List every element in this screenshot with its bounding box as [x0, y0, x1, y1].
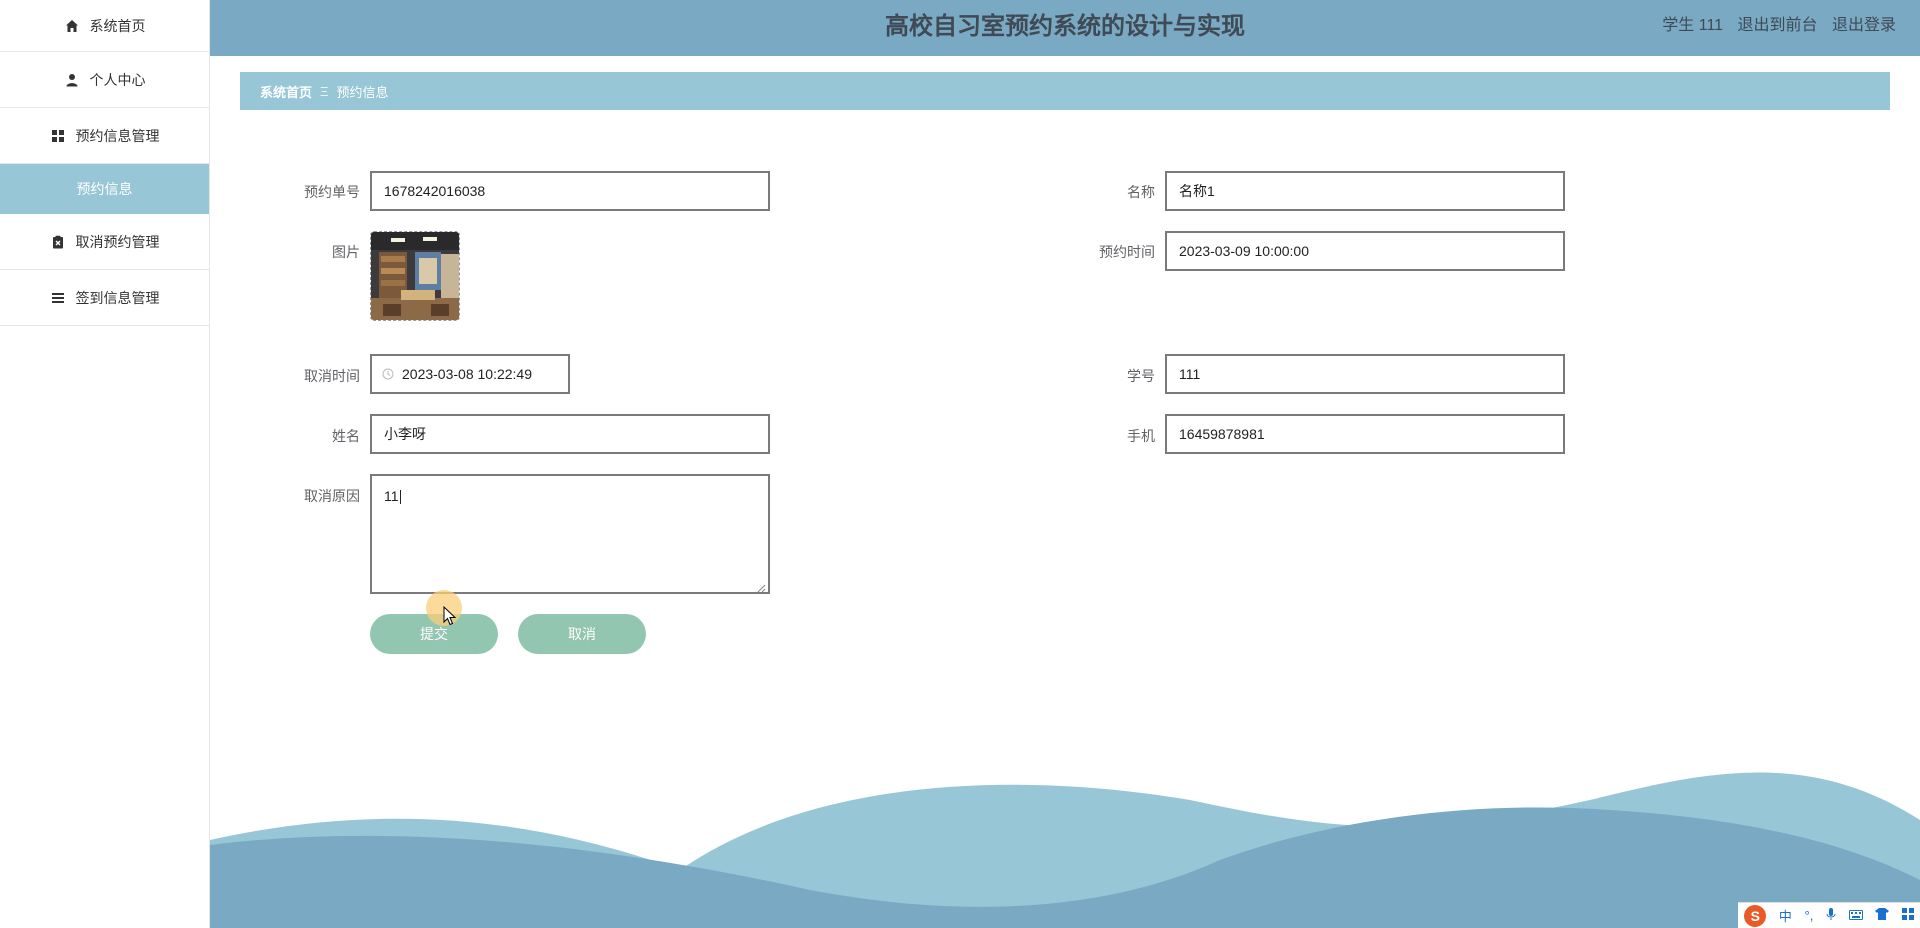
sidebar-item-home[interactable]: 系统首页: [0, 0, 209, 52]
back-to-front-link[interactable]: 退出到前台: [1738, 17, 1818, 34]
room-photo[interactable]: [370, 231, 460, 321]
sidebar: 系统首页 个人中心 预约信息管理 预约信息 取消预约管理 签到信息管理: [0, 0, 210, 928]
grid-menu-icon[interactable]: [1901, 908, 1914, 923]
keyboard-icon[interactable]: [1848, 908, 1863, 923]
resize-handle[interactable]: [756, 580, 766, 593]
sidebar-item-label: 取消预约管理: [75, 233, 160, 250]
ime-logo-icon[interactable]: S: [1744, 904, 1767, 927]
sidebar-item-reservation-info[interactable]: 预约信息: [0, 164, 209, 214]
sidebar-item-label: 预约信息管理: [75, 127, 160, 144]
name-label: 名称: [1127, 184, 1155, 200]
student-name-label: 姓名: [332, 428, 360, 444]
cancel-reason-label: 取消原因: [304, 488, 360, 504]
sidebar-item-label: 个人中心: [89, 71, 146, 88]
cancel-button[interactable]: 取消: [518, 614, 646, 654]
cancel-time-field[interactable]: 2023-03-08 10:22:49: [370, 354, 570, 394]
sidebar-item-reservation-management[interactable]: 预约信息管理: [0, 108, 209, 164]
breadcrumb-current: 预约信息: [336, 84, 389, 100]
skin-icon[interactable]: [1875, 908, 1890, 923]
current-user: 学生 111: [1662, 17, 1724, 34]
top-header: 高校自习室预约系统的设计与实现 学生 111 退出到前台 退出登录: [210, 0, 1920, 56]
order-no-value: 1678242016038: [384, 183, 486, 199]
clock-icon: [382, 368, 394, 380]
microphone-icon[interactable]: [1826, 907, 1836, 924]
cancel-reason-value: 11: [384, 488, 399, 504]
text-caret: [399, 490, 401, 505]
reserve-time-label: 预约时间: [1099, 244, 1155, 260]
grid-icon: [50, 128, 66, 144]
clipboard-x-icon: [50, 234, 66, 250]
reserve-time-field[interactable]: 2023-03-09 10:00:00: [1165, 231, 1565, 271]
decorative-waves: [210, 772, 1920, 928]
cancel-reason-textarea[interactable]: 11: [370, 474, 770, 594]
breadcrumb-separator: Ξ: [320, 83, 329, 99]
phone-field[interactable]: 16459878981: [1165, 414, 1565, 454]
order-no-label: 预约单号: [304, 184, 360, 200]
home-icon: [64, 18, 80, 34]
image-label: 图片: [332, 244, 360, 260]
cancel-time-label: 取消时间: [304, 368, 360, 384]
sidebar-item-label: 签到信息管理: [75, 289, 160, 306]
mouse-pointer-icon: [443, 605, 457, 631]
sidebar-item-checkin-management[interactable]: 签到信息管理: [0, 270, 209, 326]
cancel-time-value: 2023-03-08 10:22:49: [402, 366, 532, 382]
name-field[interactable]: 名称1: [1165, 171, 1565, 211]
order-no-field[interactable]: 1678242016038: [370, 171, 770, 211]
reserve-time-value: 2023-03-09 10:00:00: [1179, 243, 1309, 259]
list-icon: [50, 290, 66, 306]
ime-mode-toggle[interactable]: 中: [1779, 906, 1792, 925]
student-no-value: 111: [1179, 366, 1201, 382]
ime-toolbar: S 中 °,: [1738, 902, 1920, 928]
breadcrumb: 系统首页 Ξ 预约信息: [240, 72, 1890, 110]
header-user-actions: 学生 111 退出到前台 退出登录: [1652, 0, 1896, 52]
sidebar-item-label: 系统首页: [89, 17, 146, 34]
breadcrumb-home[interactable]: 系统首页: [260, 82, 312, 101]
student-name-value: 小李呀: [384, 426, 426, 442]
sidebar-item-profile[interactable]: 个人中心: [0, 52, 209, 108]
name-value: 名称1: [1179, 183, 1215, 199]
user-icon: [64, 72, 80, 88]
student-name-field[interactable]: 小李呀: [370, 414, 770, 454]
phone-label: 手机: [1127, 428, 1155, 444]
sidebar-item-cancel-management[interactable]: 取消预约管理: [0, 214, 209, 270]
student-no-field[interactable]: 111: [1165, 354, 1565, 394]
ime-punctuation-icon[interactable]: °,: [1805, 908, 1814, 923]
student-no-label: 学号: [1127, 368, 1155, 384]
sidebar-item-label: 预约信息: [76, 181, 133, 197]
phone-value: 16459878981: [1179, 426, 1265, 442]
logout-link[interactable]: 退出登录: [1832, 17, 1896, 34]
